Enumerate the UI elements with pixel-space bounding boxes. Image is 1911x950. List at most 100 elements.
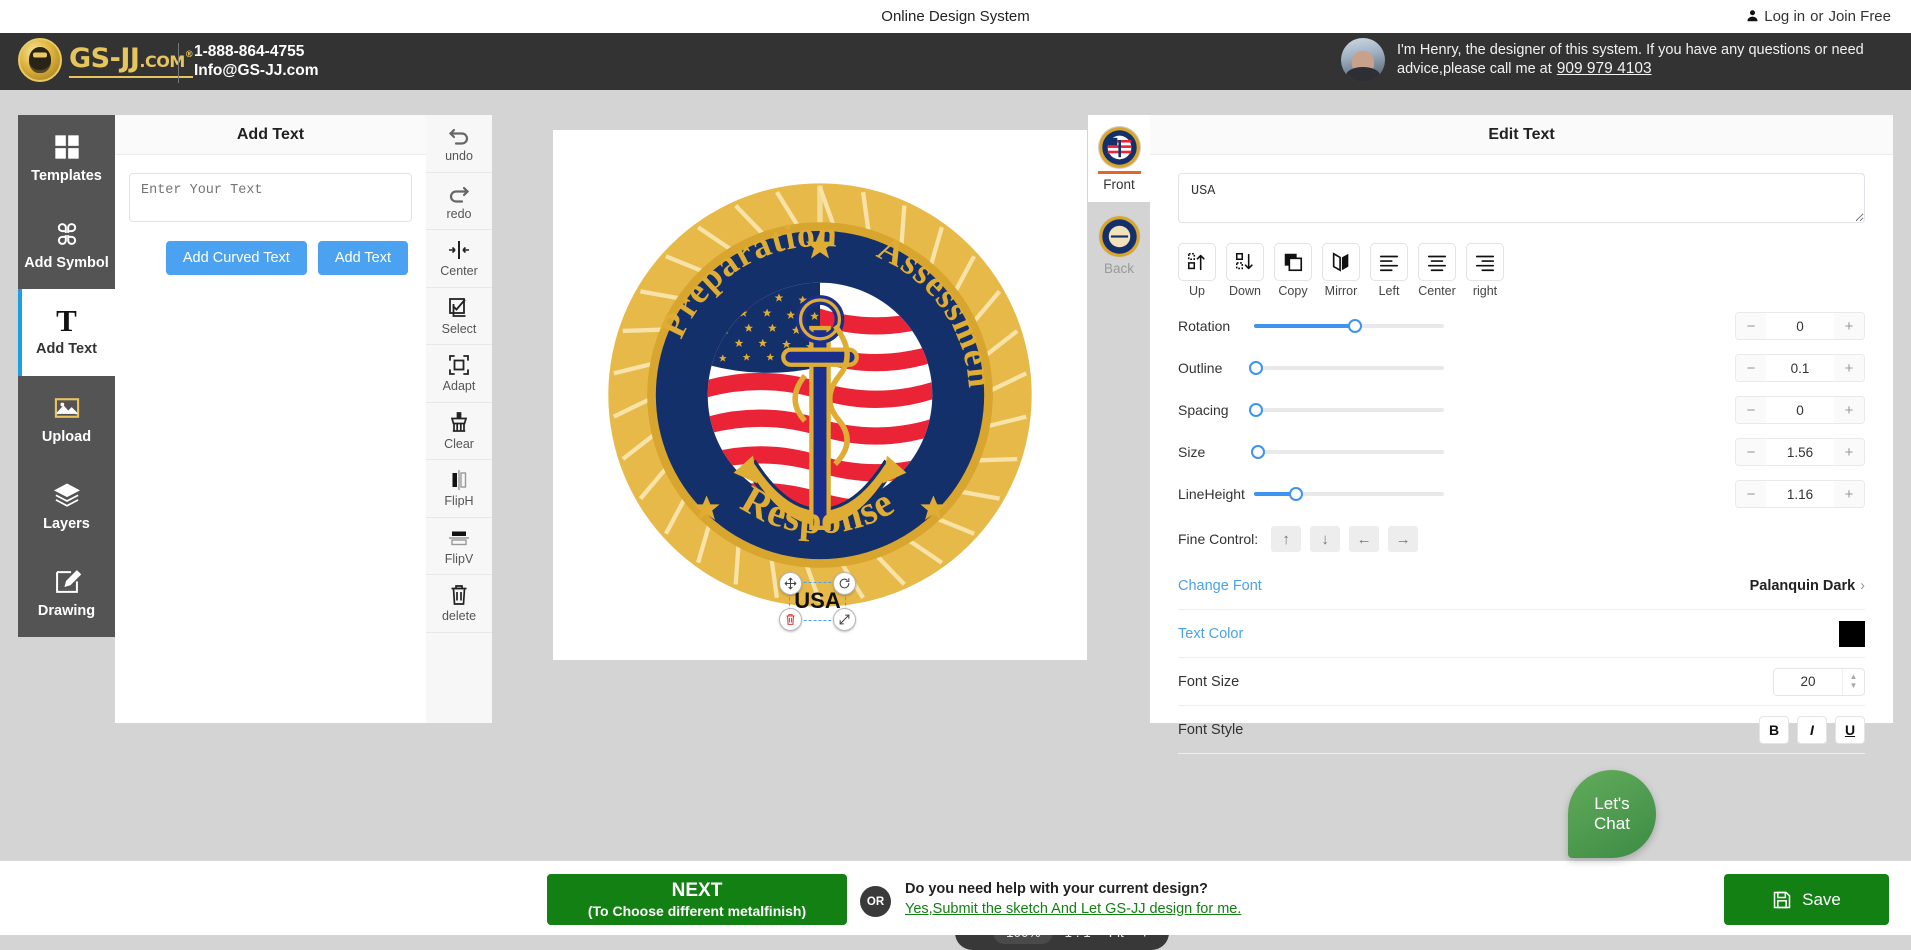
tab-back[interactable]: Back (1088, 202, 1150, 289)
page-title: Online Design System (0, 8, 1911, 25)
outline-value[interactable]: 0.1 (1766, 355, 1834, 381)
row-font-size: Font Size 20 ▲▼ (1178, 658, 1865, 706)
lineheight-decrement[interactable]: − (1736, 481, 1766, 507)
save-button[interactable]: Save (1724, 874, 1889, 925)
button-mirror-label: Mirror (1325, 284, 1358, 298)
row-text-color[interactable]: Text Color (1178, 610, 1865, 658)
font-size-field[interactable]: 20 ▲▼ (1773, 668, 1865, 696)
size-value[interactable]: 1.56 (1766, 439, 1834, 465)
tool-adapt[interactable]: Adapt (426, 345, 492, 403)
sidebar-item-templates[interactable]: Templates (18, 115, 115, 202)
slider-spacing-track[interactable] (1254, 408, 1444, 412)
rotation-increment[interactable]: + (1834, 313, 1864, 339)
spacing-decrement[interactable]: − (1736, 397, 1766, 423)
join-free-link[interactable]: Join Free (1828, 8, 1891, 25)
arrow-right-icon[interactable]: → (1388, 526, 1418, 552)
submit-sketch-link[interactable]: Yes,Submit the sketch And Let GS-JJ desi… (905, 901, 1241, 917)
lineheight-value[interactable]: 1.16 (1766, 481, 1834, 507)
arrow-down-icon[interactable]: ↓ (1310, 526, 1340, 552)
delete-handle[interactable] (779, 608, 802, 631)
selected-text-object[interactable]: USA (789, 582, 846, 621)
slider-rotation-track[interactable] (1254, 324, 1444, 328)
tab-front[interactable]: Front (1088, 115, 1150, 202)
tool-delete[interactable]: delete (426, 575, 492, 633)
tool-redo[interactable]: redo (426, 173, 492, 231)
live-chat-button[interactable]: Let's Chat (1568, 770, 1656, 858)
tool-undo[interactable]: undo (426, 115, 492, 173)
slider-size-track[interactable] (1254, 450, 1444, 454)
next-button[interactable]: NEXT (To Choose different metalfinish) (547, 874, 847, 925)
sidebar-item-upload[interactable]: Upload (18, 376, 115, 463)
text-input[interactable] (129, 173, 412, 222)
sidebar-label-layers: Layers (43, 516, 90, 532)
arrow-left-icon[interactable]: ← (1349, 526, 1379, 552)
tool-label-undo: undo (445, 149, 473, 163)
resize-handle[interactable] (833, 608, 856, 631)
tool-flip-vertical[interactable]: FlipV (426, 518, 492, 576)
button-mirror[interactable]: Mirror (1322, 243, 1360, 298)
add-curved-text-button[interactable]: Add Curved Text (166, 241, 307, 275)
tab-back-label: Back (1104, 261, 1134, 276)
rotate-handle[interactable] (833, 572, 856, 595)
adapt-frame-icon (447, 353, 471, 377)
button-align-right[interactable]: right (1466, 243, 1504, 298)
tool-center[interactable]: Center (426, 230, 492, 288)
designer-phone[interactable]: 909 979 4103 (1557, 60, 1652, 77)
button-down-label: Down (1229, 284, 1261, 298)
size-increment[interactable]: + (1834, 439, 1864, 465)
login-link[interactable]: Log in (1764, 8, 1805, 25)
tool-flip-horizontal[interactable]: FlipH (426, 460, 492, 518)
sidebar-item-layers[interactable]: Layers (18, 463, 115, 550)
move-handle[interactable] (779, 572, 802, 595)
slider-lineheight-track[interactable] (1254, 492, 1444, 496)
rotation-decrement[interactable]: − (1736, 313, 1766, 339)
coin-artwork[interactable]: Preparation Assessment Response (604, 179, 1036, 611)
sidebar-item-drawing[interactable]: Drawing (18, 550, 115, 637)
tool-clear[interactable]: Clear (426, 403, 492, 461)
flip-vertical-icon (447, 526, 471, 550)
align-center-icon (1418, 243, 1456, 281)
contact-email[interactable]: Info@GS-JJ.com (194, 62, 319, 81)
outline-decrement[interactable]: − (1736, 355, 1766, 381)
button-down[interactable]: Down (1226, 243, 1264, 298)
lineheight-increment[interactable]: + (1834, 481, 1864, 507)
change-font-label: Change Font (1178, 578, 1262, 594)
side-view-tabs: Front Back (1088, 115, 1150, 723)
arrow-up-icon[interactable]: ↑ (1271, 526, 1301, 552)
site-logo[interactable]: GS-JJ.COM® (18, 38, 193, 82)
add-text-button[interactable]: Add Text (318, 241, 408, 275)
slider-outline-label: Outline (1178, 360, 1254, 376)
or-separator: or (1810, 8, 1823, 25)
edit-text-input[interactable]: USA (1178, 173, 1865, 223)
canvas-tool-strip: undo redo Center Select Adapt (426, 115, 492, 723)
bold-button[interactable]: B (1759, 716, 1789, 744)
button-align-center[interactable]: Center (1418, 243, 1456, 298)
outline-increment[interactable]: + (1834, 355, 1864, 381)
rotation-value[interactable]: 0 (1766, 313, 1834, 339)
spacing-value[interactable]: 0 (1766, 397, 1834, 423)
contact-phone[interactable]: 1-888-864-4755 (194, 43, 319, 62)
font-style-label: Font Style (1178, 722, 1243, 738)
next-button-main-label: NEXT (672, 880, 723, 902)
button-up-label: Up (1189, 284, 1205, 298)
sidebar-item-add-symbol[interactable]: Add Symbol (18, 202, 115, 289)
button-up[interactable]: Up (1178, 243, 1216, 298)
slider-outline-track[interactable] (1254, 366, 1444, 370)
edit-text-panel: Edit Text USA Up Down (1150, 115, 1893, 723)
button-align-left[interactable]: Left (1370, 243, 1408, 298)
sidebar-item-add-text[interactable]: T Add Text (18, 289, 115, 376)
sidebar-label-add-symbol: Add Symbol (24, 255, 109, 271)
button-copy[interactable]: Copy (1274, 243, 1312, 298)
lion-logo-icon (18, 38, 62, 82)
size-decrement[interactable]: − (1736, 439, 1766, 465)
tool-select[interactable]: Select (426, 288, 492, 346)
italic-button[interactable]: I (1797, 716, 1827, 744)
row-change-font[interactable]: Change Font Palanquin Dark › (1178, 562, 1865, 610)
design-canvas[interactable]: Preparation Assessment Response (553, 130, 1087, 660)
font-size-value[interactable]: 20 (1774, 669, 1842, 695)
spacing-increment[interactable]: + (1834, 397, 1864, 423)
underline-button[interactable]: U (1835, 716, 1865, 744)
flip-horizontal-icon (447, 468, 471, 492)
font-size-spinner[interactable]: ▲▼ (1842, 669, 1864, 695)
color-swatch[interactable] (1839, 621, 1865, 647)
